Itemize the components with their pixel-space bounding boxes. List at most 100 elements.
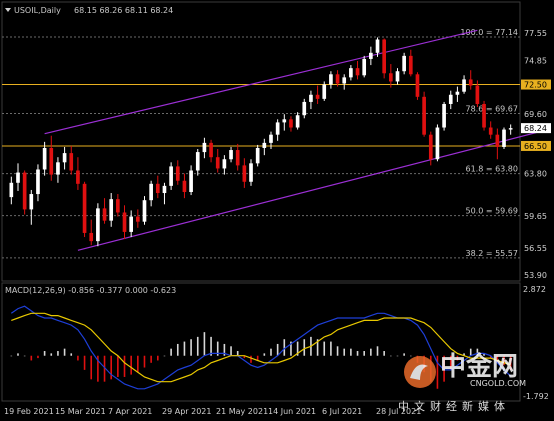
candle-body [56, 162, 60, 175]
candle-body [82, 183, 87, 233]
candle-body [495, 134, 500, 147]
time-tick-label: 7 Apr 2021 [108, 407, 152, 416]
candle [415, 72, 420, 100]
macd-histogram-bar [37, 355, 39, 359]
candle-body [122, 212, 127, 232]
candle [22, 170, 27, 215]
macd-histogram-bar [143, 355, 146, 368]
price-tick-label: 74.85 [524, 56, 547, 65]
candle-body [89, 232, 94, 242]
macd-axis-max: 2.872 [523, 285, 546, 294]
macd-histogram-bar [123, 355, 126, 377]
candle-body [362, 58, 367, 76]
macd-histogram-bar [250, 355, 252, 363]
macd-histogram-bar [90, 355, 93, 380]
candle-body [468, 79, 473, 86]
candle [142, 196, 147, 225]
candle-body [129, 216, 134, 232]
candle-body [215, 157, 220, 169]
macd-histogram-bar [137, 355, 139, 373]
candle-body [315, 94, 320, 99]
watermark-title: 中金网 [440, 351, 518, 382]
candle-body [302, 101, 307, 116]
candle-body [455, 91, 460, 95]
candle [402, 52, 406, 75]
price-tick-label: 69.60 [524, 110, 547, 119]
price-tick-label: 63.80 [524, 170, 547, 179]
candle-body [36, 169, 40, 195]
candle-body [96, 208, 100, 242]
macd-histogram-bar [236, 351, 239, 356]
candle-body [262, 142, 267, 148]
candle-body [142, 200, 147, 222]
macd-histogram-bar [117, 355, 119, 377]
macd-histogram-bar [376, 346, 379, 356]
macd-histogram-bar [10, 355, 13, 357]
candle-body [109, 199, 114, 221]
macd-histogram-bar [150, 355, 152, 363]
candle-body [408, 55, 413, 75]
candle-body [342, 77, 347, 84]
candle-body [249, 163, 253, 182]
candle-body [116, 199, 120, 213]
candle-body [448, 94, 453, 104]
candle-body [155, 183, 160, 194]
candle-body [202, 142, 207, 153]
candle-body [229, 150, 233, 160]
macd-histogram-bar [157, 355, 159, 361]
time-tick-label: 6 Jul 2021 [322, 407, 362, 416]
macd-histogram-bar [63, 348, 66, 356]
time-tick-label: 15 Mar 2021 [55, 407, 106, 416]
candle-body [435, 127, 440, 160]
candle-body [349, 68, 353, 78]
candle [382, 38, 387, 79]
macd-histogram-bar [183, 341, 186, 356]
candle-body [382, 39, 387, 74]
macd-histogram-bar [350, 348, 352, 356]
candle-body [195, 152, 200, 171]
macd-histogram-bar [390, 355, 392, 357]
candle-body [42, 147, 47, 170]
ohlc-values: 68.15 68.26 68.11 68.24 [74, 6, 173, 15]
price-tick-label: 59.65 [524, 212, 547, 221]
macd-histogram-bar [283, 339, 286, 356]
macd-histogram-bar [276, 343, 279, 356]
macd-histogram-bar [343, 348, 346, 356]
time-tick-label: 14 Jun 2021 [268, 407, 316, 416]
candle-body [295, 115, 300, 128]
macd-histogram-bar [403, 353, 405, 356]
fib-label: 50.0 = 59.69 [465, 207, 518, 216]
macd-histogram-bar [330, 341, 332, 356]
macd-histogram-bar [30, 355, 33, 361]
candle-body [135, 216, 140, 222]
candle-body [322, 84, 327, 99]
candle-body [102, 208, 107, 221]
candle-body [375, 39, 380, 53]
candle-body [428, 134, 433, 160]
time-tick-label: 21 May 2021 [216, 407, 268, 416]
candle [255, 144, 260, 167]
candle-body [189, 170, 193, 192]
macd-histogram-bar [203, 332, 206, 356]
macd-histogram-bar [383, 351, 385, 356]
candle-body [149, 183, 153, 201]
candle-body [475, 85, 480, 104]
candle-body [169, 166, 173, 186]
macd-histogram-bar [176, 343, 179, 356]
macd-histogram-bar [83, 355, 86, 370]
candle-body [282, 119, 287, 123]
candle [502, 127, 506, 150]
watermark-en: CNGOLD.COM [470, 379, 526, 388]
candle-body [269, 134, 273, 143]
macd-histogram-bar [70, 353, 73, 356]
price-tick-label: 68.24 [524, 124, 547, 133]
macd-histogram-bar [130, 355, 132, 375]
candle-body [388, 73, 393, 82]
macd-histogram-bar [23, 355, 26, 357]
candle-body [62, 153, 67, 163]
macd-histogram-bar [370, 348, 372, 356]
macd-histogram-bar [323, 341, 326, 356]
candle [96, 203, 100, 247]
candle [435, 124, 440, 162]
candle-body [488, 127, 493, 135]
